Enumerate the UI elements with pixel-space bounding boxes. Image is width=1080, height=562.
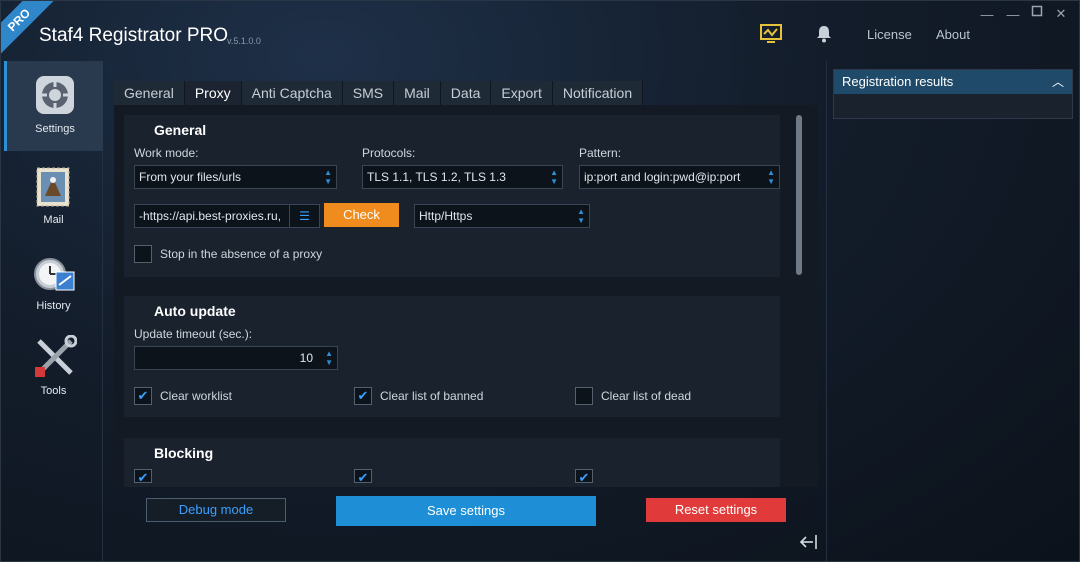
- blocking-section: Blocking ✔ ✔ ✔: [124, 438, 780, 487]
- list-icon[interactable]: ☰: [289, 205, 319, 227]
- license-link[interactable]: License: [867, 27, 912, 42]
- collapse-arrow-icon[interactable]: [799, 533, 819, 556]
- sidebar-item-label: Tools: [40, 385, 67, 397]
- debug-mode-button[interactable]: Debug mode: [146, 498, 286, 522]
- tab-general[interactable]: General: [114, 81, 185, 105]
- tools-icon: [33, 334, 78, 384]
- history-icon: [32, 252, 76, 301]
- work-mode-select[interactable]: From your files/urls ▲ ▼: [134, 165, 337, 189]
- select-arrows-icon: ▲ ▼: [550, 168, 558, 186]
- sidebar-item-mail[interactable]: Mail: [4, 156, 103, 246]
- restore-button[interactable]: [1027, 5, 1047, 20]
- clear-banned-label: Clear list of banned: [380, 389, 484, 403]
- proxy-settings-panel: General Work mode: From your files/urls …: [114, 105, 818, 487]
- sidebar-item-label: Settings: [35, 123, 75, 135]
- select-arrows-icon: ▲ ▼: [577, 207, 585, 225]
- sidebar-item-history[interactable]: History: [4, 246, 103, 336]
- sidebar: Settings Mail History Tools: [4, 61, 103, 561]
- select-arrows-icon: ▲ ▼: [324, 168, 332, 186]
- stepper-arrows-icon[interactable]: ▲ ▼: [325, 349, 333, 367]
- reset-settings-button[interactable]: Reset settings: [646, 498, 786, 522]
- sidebar-item-tools[interactable]: Tools: [4, 331, 103, 421]
- mail-stamp-icon: [35, 166, 71, 213]
- blocking-checkbox[interactable]: ✔: [354, 469, 372, 485]
- tab-export[interactable]: Export: [491, 81, 553, 105]
- clear-worklist-label: Clear worklist: [160, 389, 233, 403]
- protocols-select[interactable]: TLS 1.1, TLS 1.2, TLS 1.3 ▲ ▼: [362, 165, 563, 189]
- app-version: v.5.1.0.0: [227, 36, 261, 46]
- tab-proxy[interactable]: Proxy: [184, 81, 242, 105]
- app-title: Staf4 Registrator PRO: [39, 25, 229, 46]
- clear-worklist-checkbox[interactable]: ✔: [134, 387, 152, 405]
- registration-results-panel: Registration results ︿: [833, 69, 1073, 119]
- registration-results-title: Registration results: [842, 74, 954, 89]
- select-arrows-icon: ▲ ▼: [765, 168, 775, 186]
- settings-icon: [35, 75, 75, 120]
- panel-divider: [826, 61, 827, 561]
- timeout-label: Update timeout (sec.):: [134, 327, 253, 341]
- tab-notification[interactable]: Notification: [552, 81, 644, 105]
- work-mode-label: Work mode:: [134, 146, 199, 160]
- collapse-icon[interactable]: ︿: [1052, 70, 1064, 94]
- about-link[interactable]: About: [936, 27, 970, 42]
- clear-dead-checkbox[interactable]: [575, 387, 593, 405]
- panel-scrollbar[interactable]: [796, 115, 802, 275]
- registration-results-header[interactable]: Registration results ︿: [834, 70, 1072, 94]
- auto-update-section: Auto update Update timeout (sec.): 10 ▲ ▼…: [124, 296, 780, 417]
- section-title: General: [154, 122, 207, 138]
- proxy-type-select[interactable]: Http/Https ▲ ▼: [414, 204, 590, 228]
- pattern-label: Pattern:: [579, 146, 622, 160]
- blocking-checkbox[interactable]: ✔: [575, 469, 593, 485]
- protocols-label: Protocols:: [362, 146, 416, 160]
- stop-no-proxy-label: Stop in the absence of a proxy: [160, 247, 323, 261]
- tab-anti-captcha[interactable]: Anti Captcha: [241, 81, 343, 105]
- minimize-alt-button[interactable]: —: [977, 7, 997, 22]
- close-button[interactable]: ✕: [1051, 6, 1071, 22]
- bell-icon[interactable]: [816, 25, 832, 48]
- settings-tabs: General Proxy Anti Captcha SMS Mail Data…: [114, 81, 644, 105]
- pattern-select[interactable]: ip:port and login:pwd@ip:port ▲ ▼: [579, 165, 780, 189]
- tab-data[interactable]: Data: [440, 81, 492, 105]
- section-title: Blocking: [154, 445, 214, 461]
- tab-mail[interactable]: Mail: [394, 81, 441, 105]
- sidebar-item-settings[interactable]: Settings: [4, 61, 103, 151]
- general-section: General Work mode: From your files/urls …: [124, 115, 780, 277]
- sidebar-item-label: Mail: [43, 214, 64, 226]
- monitor-icon[interactable]: [759, 23, 783, 50]
- clear-banned-checkbox[interactable]: ✔: [354, 387, 372, 405]
- minimize-button[interactable]: —: [1003, 7, 1023, 22]
- stop-no-proxy-checkbox[interactable]: [134, 245, 152, 263]
- save-settings-button[interactable]: Save settings: [336, 496, 596, 526]
- section-title: Auto update: [154, 303, 236, 319]
- tab-sms[interactable]: SMS: [342, 81, 395, 105]
- sidebar-item-label: History: [36, 300, 71, 312]
- timeout-stepper[interactable]: 10 ▲ ▼: [134, 346, 338, 370]
- check-button[interactable]: Check: [324, 203, 399, 227]
- proxy-source-input[interactable]: -https://api.best-proxies.ru, ☰: [134, 204, 320, 228]
- blocking-checkbox[interactable]: ✔: [134, 469, 152, 485]
- app-window: PRO Staf4 Registrator PRO v.5.1.0.0 Lice…: [0, 0, 1080, 562]
- clear-dead-label: Clear list of dead: [601, 389, 692, 403]
